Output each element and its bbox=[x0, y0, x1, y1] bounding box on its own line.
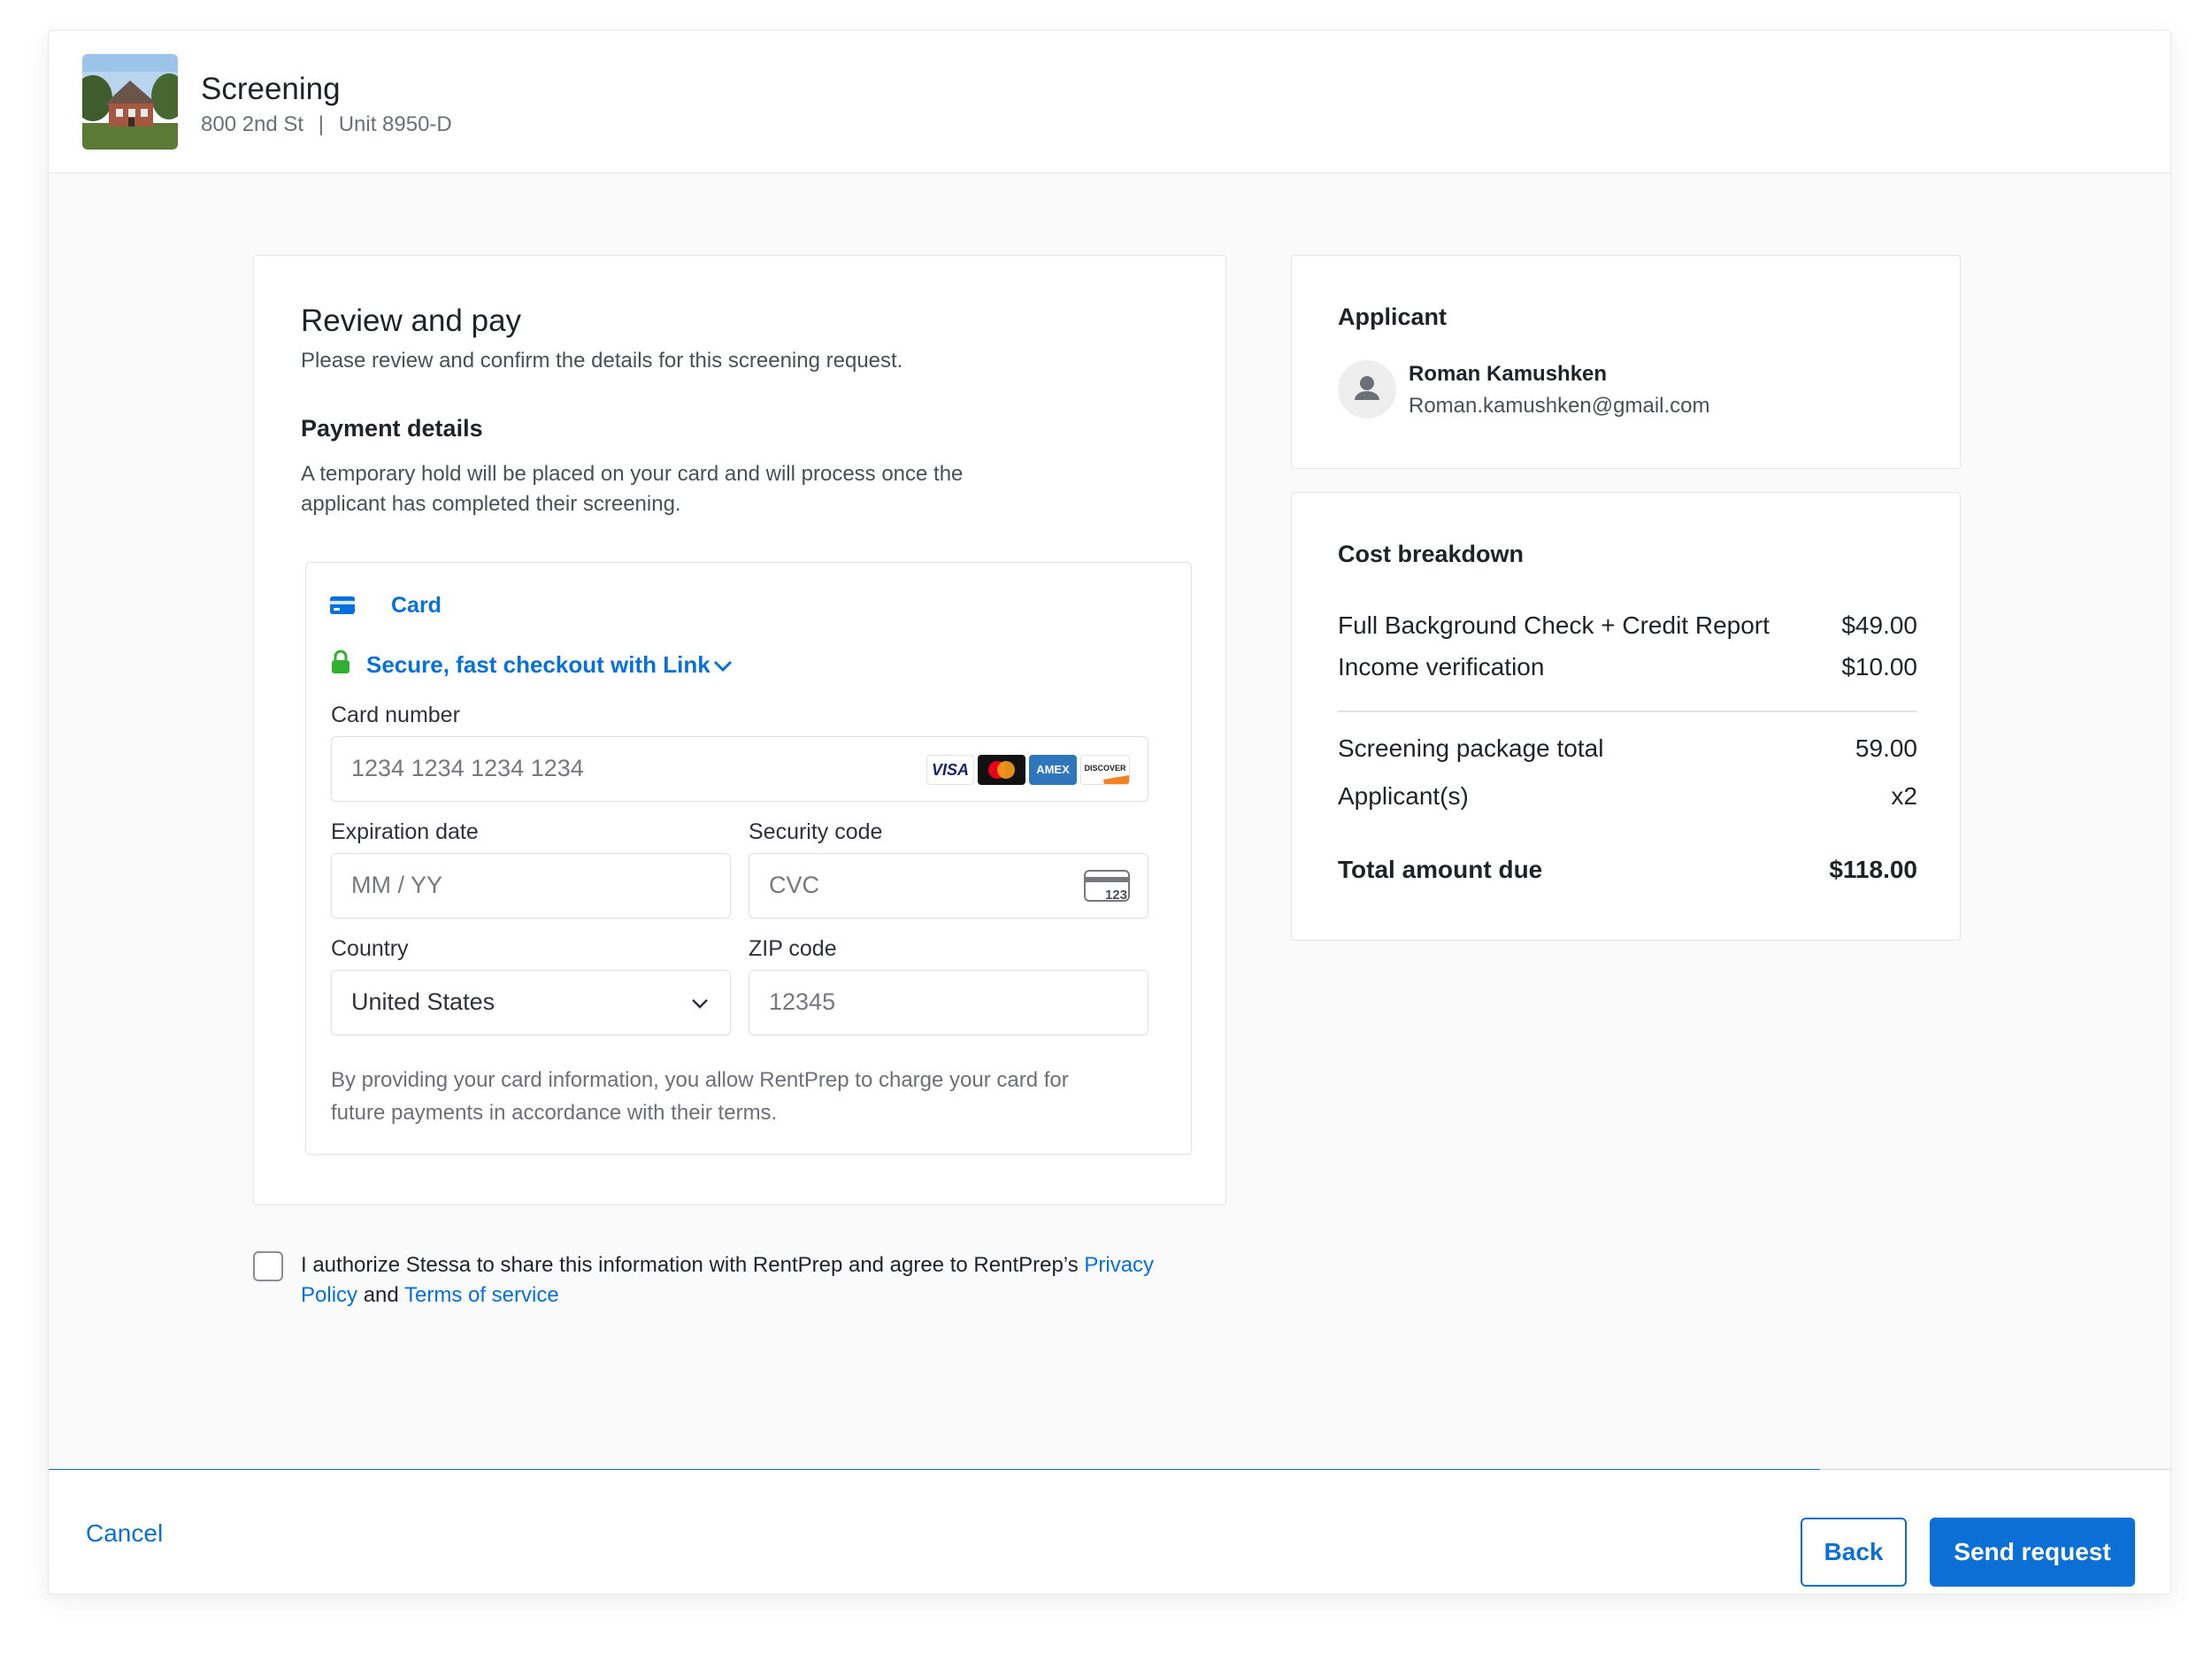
review-subtitle: Please review and confirm the details fo… bbox=[301, 349, 903, 373]
card-number-label: Card number bbox=[331, 703, 460, 727]
cost-divider bbox=[1338, 711, 1917, 712]
cost-breakdown-title: Cost breakdown bbox=[1338, 541, 1525, 567]
total-due-label: Total amount due bbox=[1338, 856, 1543, 883]
cvc-icon: 123 bbox=[1084, 870, 1130, 903]
user-icon bbox=[1355, 376, 1379, 400]
discover-icon: DISCOVER bbox=[1080, 755, 1130, 785]
zip-input[interactable]: 12345 bbox=[749, 970, 1148, 1035]
visa-brand-text: VISA bbox=[931, 761, 969, 779]
security-code-placeholder: CVC bbox=[769, 872, 820, 898]
applicant-title: Applicant bbox=[1338, 304, 1448, 330]
privacy-link-word2: Policy bbox=[301, 1283, 358, 1307]
property-photo bbox=[82, 54, 178, 150]
authorize-text: I authorize Stessa to share this informa… bbox=[301, 1250, 1212, 1311]
avatar bbox=[1338, 360, 1396, 419]
header-bar: Screening 800 2nd St | Unit 8950-D bbox=[49, 31, 2170, 173]
send-request-button[interactable]: Send request bbox=[1930, 1518, 2135, 1587]
payment-description: A temporary hold will be placed on your … bbox=[301, 459, 963, 519]
authorize-checkbox[interactable] bbox=[253, 1251, 283, 1281]
amex-brand-text: AMEX bbox=[1036, 763, 1070, 776]
mastercard-icon bbox=[978, 755, 1025, 785]
address-unit: Unit 8950-D bbox=[338, 112, 452, 136]
card-brands: VISA AMEX DISCOVER bbox=[926, 755, 1130, 785]
payment-desc-line2: applicant has completed their screening. bbox=[301, 492, 681, 516]
cost-item-amount: $10.00 bbox=[1841, 653, 1917, 680]
card-disclaimer-line1: By providing your card information, you … bbox=[331, 1068, 1069, 1092]
applicants-count-value: x2 bbox=[1891, 782, 1917, 810]
cost-item-amount: $49.00 bbox=[1841, 611, 1917, 639]
address-street: 800 2nd St bbox=[201, 112, 304, 136]
country-value: United States bbox=[351, 988, 495, 1015]
page-title: Screening bbox=[201, 72, 341, 106]
card-number-placeholder: 1234 1234 1234 1234 bbox=[351, 755, 584, 781]
cost-item-label: Full Background Check + Credit Report bbox=[1338, 611, 1770, 639]
cvc-icon-digits: 123 bbox=[1104, 888, 1127, 903]
applicant-card: Applicant Roman Kamushken Roman.kamushke… bbox=[1291, 255, 1961, 469]
security-code-label: Security code bbox=[749, 819, 883, 844]
back-button[interactable]: Back bbox=[1801, 1518, 1907, 1587]
security-code-input[interactable]: CVC 123 bbox=[749, 853, 1148, 919]
property-address: 800 2nd St | Unit 8950-D bbox=[201, 112, 452, 137]
card-disclaimer-line2: future payments in accordance with their… bbox=[331, 1101, 778, 1125]
link-checkout-label: Secure, fast checkout with Link bbox=[366, 651, 710, 678]
address-separator: | bbox=[318, 112, 325, 136]
visa-icon: VISA bbox=[926, 755, 974, 785]
authorize-and-text: and bbox=[357, 1283, 404, 1307]
payment-desc-line1: A temporary hold will be placed on your … bbox=[301, 462, 964, 486]
link-checkout-toggle[interactable]: Secure, fast checkout with Link bbox=[331, 648, 756, 683]
country-select[interactable]: United States bbox=[331, 970, 731, 1035]
zip-label: ZIP code bbox=[749, 936, 837, 961]
card-tab-label: Card bbox=[391, 593, 442, 618]
applicant-email: Roman.kamushken@gmail.com bbox=[1409, 394, 1710, 418]
discover-brand-text: DISCOVER bbox=[1084, 764, 1126, 773]
country-label: Country bbox=[331, 936, 409, 961]
amex-icon: AMEX bbox=[1029, 755, 1077, 785]
credit-card-icon bbox=[330, 596, 355, 614]
lock-icon bbox=[332, 650, 349, 673]
card-method-tab[interactable]: Card bbox=[329, 589, 471, 625]
cost-breakdown-card: Cost breakdown Full Background Check + C… bbox=[1291, 492, 1961, 941]
package-total-label: Screening package total bbox=[1338, 734, 1604, 762]
privacy-link-word1: Privacy bbox=[1084, 1253, 1155, 1277]
terms-of-service-link[interactable]: Terms of service bbox=[404, 1283, 559, 1307]
payment-element: Card Secure, fast checkout with Link Car… bbox=[305, 562, 1192, 1155]
chevron-down-icon bbox=[692, 999, 708, 1009]
review-pay-card: Review and pay Please review and confirm… bbox=[253, 255, 1226, 1205]
expiration-placeholder: MM / YY bbox=[351, 872, 443, 898]
zip-placeholder: 12345 bbox=[769, 988, 836, 1015]
review-title: Review and pay bbox=[301, 304, 522, 338]
applicants-count-label: Applicant(s) bbox=[1338, 782, 1469, 810]
authorize-text-start: I authorize Stessa to share this informa… bbox=[301, 1253, 1085, 1277]
cost-item-label: Income verification bbox=[1338, 653, 1545, 680]
footer-bar: Cancel Back Send request bbox=[49, 1470, 2170, 1594]
expiration-input[interactable]: MM / YY bbox=[331, 853, 731, 919]
total-due-value: $118.00 bbox=[1829, 856, 1917, 883]
payment-details-title: Payment details bbox=[301, 415, 483, 442]
card-number-input[interactable]: 1234 1234 1234 1234 VISA AMEX DISCOVER bbox=[331, 736, 1148, 802]
screening-dialog: Screening 800 2nd St | Unit 8950-D Revie… bbox=[48, 30, 2171, 1595]
cancel-link[interactable]: Cancel bbox=[86, 1519, 163, 1548]
chevron-down-icon bbox=[713, 660, 733, 673]
applicant-name: Roman Kamushken bbox=[1409, 362, 1608, 386]
expiration-label: Expiration date bbox=[331, 819, 479, 844]
package-total-value: 59.00 bbox=[1855, 734, 1917, 762]
card-disclaimer: By providing your card information, you … bbox=[331, 1064, 1069, 1129]
